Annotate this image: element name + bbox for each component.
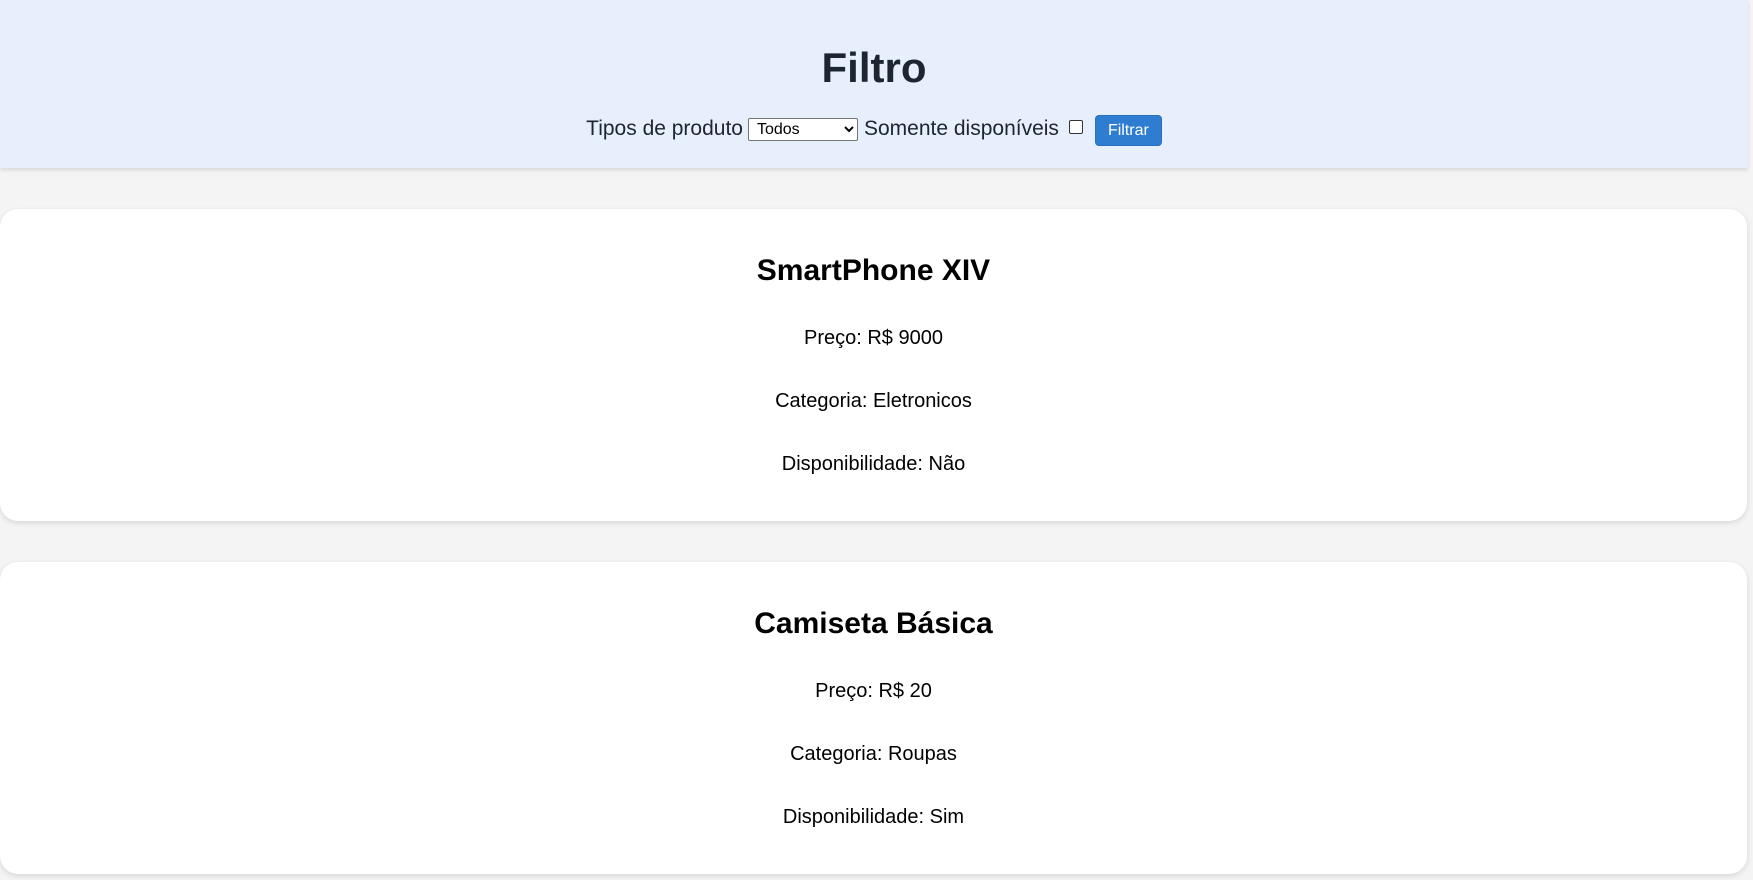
only-available-checkbox[interactable] [1068, 120, 1083, 134]
product-type-label: Tipos de produto [586, 117, 743, 140]
product-name: SmartPhone XIV [756, 254, 991, 287]
product-card: Camiseta Básica Preço: R$ 20 Categoria: … [0, 562, 1747, 874]
product-type-select[interactable]: Todos [747, 117, 858, 141]
filter-header: Filtro Tipos de produto Todos Somente di… [0, 0, 1748, 168]
product-availability: Disponibilidade: Sim [782, 806, 965, 828]
product-availability: Disponibilidade: Não [781, 453, 966, 475]
filter-title: Filtro [821, 44, 927, 91]
filter-button[interactable]: Filtrar [1094, 115, 1162, 146]
filter-controls: Tipos de produto Todos Somente disponíve… [0, 112, 1748, 146]
product-card: SmartPhone XIV Preço: R$ 9000 Categoria:… [0, 209, 1747, 521]
product-category: Categoria: Eletronicos [775, 390, 972, 412]
product-price: Preço: R$ 9000 [804, 327, 943, 349]
product-category: Categoria: Roupas [790, 743, 957, 765]
product-price: Preço: R$ 20 [815, 680, 932, 702]
product-name: Camiseta Básica [754, 607, 993, 640]
only-available-label: Somente disponíveis [863, 117, 1059, 140]
